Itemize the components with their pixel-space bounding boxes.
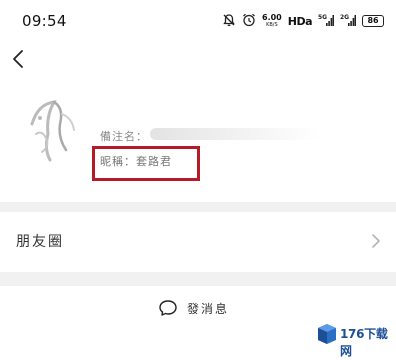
hd-label: HDa (287, 14, 313, 28)
profile-remark: 昵稱：套路君 (100, 155, 172, 168)
bell-off-icon (222, 12, 236, 31)
network-speed: 6.00 KB/S (262, 13, 282, 29)
chevron-right-icon (372, 234, 380, 248)
chevron-left-icon (13, 50, 23, 68)
alarm-icon (242, 12, 256, 31)
signal-2g-label: 2G (340, 14, 349, 21)
network-speed-unit: KB/S (266, 22, 278, 28)
back-button[interactable] (8, 48, 30, 70)
status-bar: 09:54 6.00 KB/S HDa 5G 2G 86 (0, 0, 396, 40)
signal-5g-label: 5G (318, 14, 327, 21)
blurred-name (150, 128, 320, 140)
watermark-text: 176下载网 (340, 327, 388, 358)
battery-icon: 86 (362, 15, 385, 27)
send-message-label[interactable]: 發消息 (187, 300, 229, 317)
moments-row[interactable]: 朋友圈 (0, 212, 396, 272)
avatar[interactable] (24, 94, 84, 164)
network-speed-value: 6.00 (262, 13, 282, 22)
watermark-logo-icon (318, 324, 336, 344)
signal-5g-icon: 5G (318, 12, 335, 31)
status-icons: 6.00 KB/S HDa 5G 2G 86 (222, 11, 385, 31)
signal-2g-icon: 2G (340, 12, 357, 31)
profile-name-label: 備注名： (100, 130, 148, 143)
status-time: 09:54 (22, 12, 67, 30)
moments-label: 朋友圈 (16, 234, 64, 250)
message-bubble-icon (159, 300, 177, 316)
